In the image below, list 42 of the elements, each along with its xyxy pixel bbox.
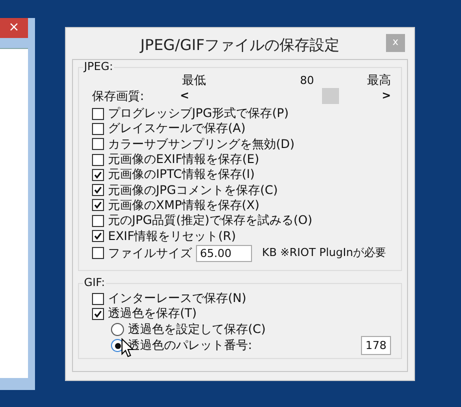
quality-label: 保存画質: bbox=[92, 88, 146, 104]
close-button[interactable]: × bbox=[0, 18, 28, 38]
checkbox[interactable] bbox=[92, 138, 104, 150]
checkmark-icon bbox=[94, 232, 102, 240]
dialog-title: JPEG/GIFファイルの保存設定 bbox=[140, 35, 340, 56]
checkbox[interactable] bbox=[92, 308, 104, 320]
checkmark-icon bbox=[94, 310, 102, 318]
checkbox[interactable] bbox=[92, 184, 104, 196]
option-label: EXIF情報をリセット(R) bbox=[108, 228, 236, 244]
min-label: 最低 bbox=[182, 73, 207, 88]
max-label: 最高 bbox=[367, 73, 391, 88]
checkbox[interactable] bbox=[92, 214, 104, 227]
checkbox[interactable] bbox=[92, 122, 104, 135]
checkbox[interactable] bbox=[92, 108, 104, 120]
option-label: グレイスケールで保存(A) bbox=[108, 121, 246, 136]
option-label: 透過色を保存(T) bbox=[108, 306, 197, 322]
radio-button[interactable] bbox=[111, 323, 124, 336]
option-label: プログレッシブJPG形式で保存(P) bbox=[108, 106, 289, 122]
slider-thumb[interactable] bbox=[322, 88, 340, 104]
value-label: 80 bbox=[299, 73, 315, 88]
option-label: インターレースで保存(N) bbox=[108, 291, 246, 306]
quality-slider[interactable]: < > bbox=[180, 88, 391, 104]
checkbox[interactable] bbox=[92, 247, 104, 260]
option-label: 元画像のJPGコメントを保存(C) bbox=[108, 182, 278, 198]
option-label: ファイルサイズ bbox=[108, 246, 192, 261]
palette-number-field[interactable]: 178 bbox=[361, 336, 391, 356]
right-arrow[interactable]: > bbox=[379, 88, 391, 104]
checkbox[interactable] bbox=[92, 230, 104, 242]
option-label: 元画像のXMP情報を保存(X) bbox=[108, 198, 260, 213]
filesize-field[interactable]: 65.00 bbox=[196, 244, 252, 262]
option-label: カラーサブサンプリングを無効(D) bbox=[108, 136, 295, 152]
checkbox[interactable] bbox=[92, 199, 104, 212]
option-label: 元画像のIPTC情報を保存(I) bbox=[108, 167, 255, 182]
filesize-note: KB ※RIOT PlugInが必要 bbox=[262, 244, 386, 261]
checkbox[interactable] bbox=[92, 154, 104, 166]
checkbox[interactable] bbox=[92, 168, 104, 181]
option-label: 透過色を設定して保存(C) bbox=[128, 322, 266, 338]
checkbox[interactable] bbox=[92, 292, 104, 305]
left-arrow[interactable]: < bbox=[180, 88, 192, 104]
option-label: 元のJPG品質(推定)で保存を試みる(O) bbox=[108, 213, 312, 228]
group-label: JPEG: bbox=[83, 60, 114, 74]
option-label: 元画像のEXIF情報を保存(E) bbox=[108, 152, 260, 168]
